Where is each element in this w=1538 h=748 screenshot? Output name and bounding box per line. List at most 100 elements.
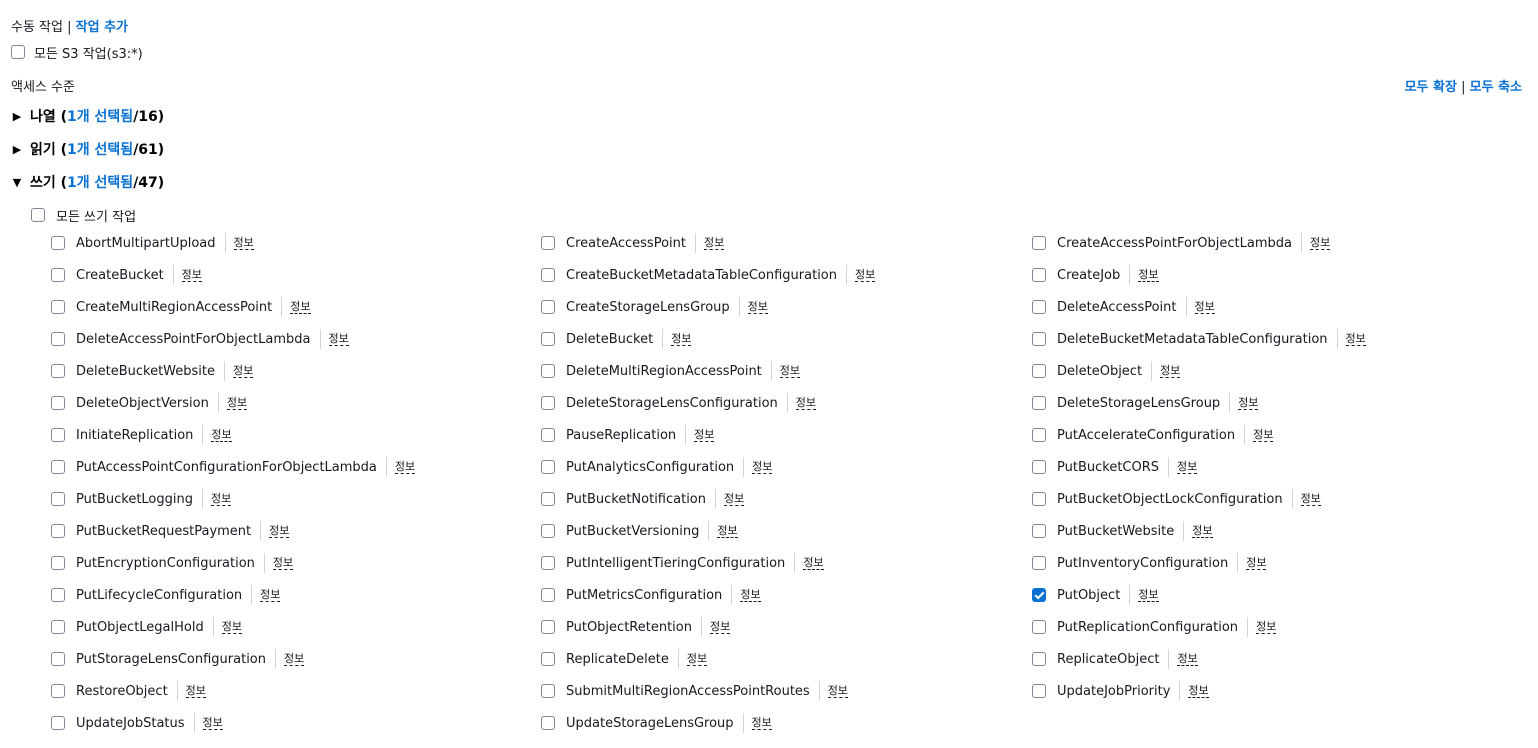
action-info-link[interactable]: 정보 [226, 396, 248, 410]
action-checkbox[interactable] [541, 524, 555, 538]
action-info-link[interactable]: 정보 [1309, 236, 1331, 250]
action-info-link[interactable]: 정보 [717, 524, 738, 538]
action-checkbox[interactable] [1032, 332, 1046, 346]
action-checkbox[interactable] [541, 588, 555, 602]
collapse-all-link[interactable]: 모두 축소 [1470, 80, 1522, 95]
action-info-link[interactable]: 정보 [260, 588, 281, 602]
action-row[interactable]: PutLifecycleConfiguration 정보 [51, 585, 281, 605]
action-row[interactable]: PutBucketWebsite 정보 [1032, 521, 1213, 541]
action-info-link[interactable]: 정보 [1300, 492, 1321, 506]
action-info-link[interactable]: 정보 [1192, 524, 1213, 538]
action-info-link[interactable]: 정보 [202, 716, 223, 730]
action-checkbox[interactable] [1032, 268, 1046, 282]
action-checkbox[interactable] [1032, 492, 1046, 506]
action-info-link[interactable]: 정보 [269, 524, 290, 538]
action-row[interactable]: CreateBucketMetadataTableConfiguration 정보 [541, 265, 876, 285]
action-info-link[interactable]: 정보 [694, 428, 715, 442]
action-checkbox[interactable] [51, 268, 65, 282]
action-row[interactable]: PutObjectLegalHold 정보 [51, 617, 242, 637]
action-row[interactable]: PutEncryptionConfiguration 정보 [51, 553, 294, 573]
action-checkbox[interactable] [51, 588, 65, 602]
action-row[interactable]: DeleteBucketMetadataTableConfiguration 정보 [1032, 329, 1366, 349]
action-info-link[interactable]: 정보 [328, 332, 349, 346]
group-read-selected-count[interactable]: 1개 선택됨 [67, 142, 133, 158]
action-info-link[interactable]: 정보 [724, 492, 745, 506]
action-info-link[interactable]: 정보 [1194, 300, 1215, 314]
action-checkbox[interactable] [51, 300, 65, 314]
action-info-link[interactable]: 정보 [233, 236, 254, 250]
action-info-link[interactable]: 정보 [1138, 268, 1159, 282]
action-row[interactable]: PutBucketLogging 정보 [51, 489, 232, 509]
action-checkbox[interactable] [1032, 428, 1046, 442]
action-checkbox[interactable] [1032, 524, 1046, 538]
action-checkbox[interactable] [51, 524, 65, 538]
action-info-link[interactable]: 정보 [290, 300, 311, 314]
action-row[interactable]: PutMetricsConfiguration 정보 [541, 585, 761, 605]
action-checkbox[interactable] [51, 556, 65, 570]
action-row[interactable]: ReplicateDelete 정보 [541, 649, 708, 669]
action-info-link[interactable]: 정보 [1177, 460, 1198, 474]
action-checkbox[interactable] [541, 428, 555, 442]
action-info-link[interactable]: 정보 [1253, 428, 1274, 442]
action-info-link[interactable]: 정보 [671, 332, 692, 346]
action-row[interactable]: PutInventoryConfiguration 정보 [1032, 553, 1267, 573]
action-checkbox[interactable] [541, 652, 555, 666]
action-checkbox[interactable] [51, 332, 65, 346]
action-row[interactable]: PutAccelerateConfiguration 정보 [1032, 425, 1274, 445]
action-info-link[interactable]: 정보 [779, 364, 801, 378]
action-row[interactable]: PutAccessPointConfigurationForObjectLamb… [51, 457, 416, 477]
action-row[interactable]: CreateBucket 정보 [51, 265, 202, 285]
action-info-link[interactable]: 정보 [686, 652, 708, 666]
caret-right-icon[interactable]: ▶ [11, 110, 23, 123]
action-row[interactable]: CreateAccessPointForObjectLambda 정보 [1032, 233, 1331, 253]
action-checkbox[interactable] [51, 460, 65, 474]
action-info-link[interactable]: 정보 [709, 620, 731, 634]
action-checkbox[interactable] [1032, 588, 1046, 602]
action-checkbox[interactable] [1032, 236, 1046, 250]
action-row[interactable]: DeleteBucketWebsite 정보 [51, 361, 254, 381]
group-write-header[interactable]: ▼ 쓰기 (1개 선택됨/47) [11, 172, 164, 192]
action-row[interactable]: PutObject 정보 [1032, 585, 1159, 605]
action-info-link[interactable]: 정보 [740, 588, 761, 602]
action-row[interactable]: DeleteStorageLensConfiguration 정보 [541, 393, 817, 413]
action-row[interactable]: PutBucketNotification 정보 [541, 489, 745, 509]
action-checkbox[interactable] [541, 268, 555, 282]
action-row[interactable]: PutReplicationConfiguration 정보 [1032, 617, 1277, 637]
action-info-link[interactable]: 정보 [1160, 364, 1181, 378]
action-checkbox[interactable] [51, 620, 65, 634]
action-row[interactable]: CreateMultiRegionAccessPoint 정보 [51, 297, 311, 317]
action-checkbox[interactable] [51, 492, 65, 506]
add-actions-link[interactable]: 작업 추가 [76, 20, 128, 35]
action-info-link[interactable]: 정보 [827, 684, 848, 698]
action-checkbox[interactable] [541, 364, 555, 378]
action-checkbox[interactable] [541, 396, 555, 410]
action-row[interactable]: PutIntelligentTieringConfiguration 정보 [541, 553, 824, 573]
action-row[interactable]: CreateJob 정보 [1032, 265, 1159, 285]
group-write-selected-count[interactable]: 1개 선택됨 [67, 175, 133, 191]
action-info-link[interactable]: 정보 [703, 236, 725, 250]
action-row[interactable]: PutStorageLensConfiguration 정보 [51, 649, 305, 669]
action-info-link[interactable]: 정보 [211, 428, 232, 442]
action-row[interactable]: PutAnalyticsConfiguration 정보 [541, 457, 773, 477]
group-list-selected-count[interactable]: 1개 선택됨 [67, 109, 133, 125]
action-checkbox[interactable] [541, 716, 555, 730]
action-checkbox[interactable] [1032, 620, 1046, 634]
action-info-link[interactable]: 정보 [747, 300, 768, 314]
action-checkbox[interactable] [1032, 556, 1046, 570]
all-s3-actions-checkbox-row[interactable]: 모든 S3 작업(s3:*) [11, 42, 143, 62]
action-row[interactable]: PutBucketRequestPayment 정보 [51, 521, 290, 541]
action-info-link[interactable]: 정보 [751, 716, 772, 730]
action-row[interactable]: PutBucketObjectLockConfiguration 정보 [1032, 489, 1321, 509]
action-checkbox[interactable] [541, 332, 555, 346]
action-row[interactable]: PutBucketCORS 정보 [1032, 457, 1198, 477]
action-checkbox[interactable] [51, 428, 65, 442]
expand-all-link[interactable]: 모두 확장 [1405, 80, 1457, 95]
action-checkbox[interactable] [541, 556, 555, 570]
action-checkbox[interactable] [541, 300, 555, 314]
action-checkbox[interactable] [51, 364, 65, 378]
action-checkbox[interactable] [51, 236, 65, 250]
action-checkbox[interactable] [51, 396, 65, 410]
action-checkbox[interactable] [1032, 460, 1046, 474]
action-info-link[interactable]: 정보 [1188, 684, 1209, 698]
action-row[interactable]: DeleteObject 정보 [1032, 361, 1181, 381]
